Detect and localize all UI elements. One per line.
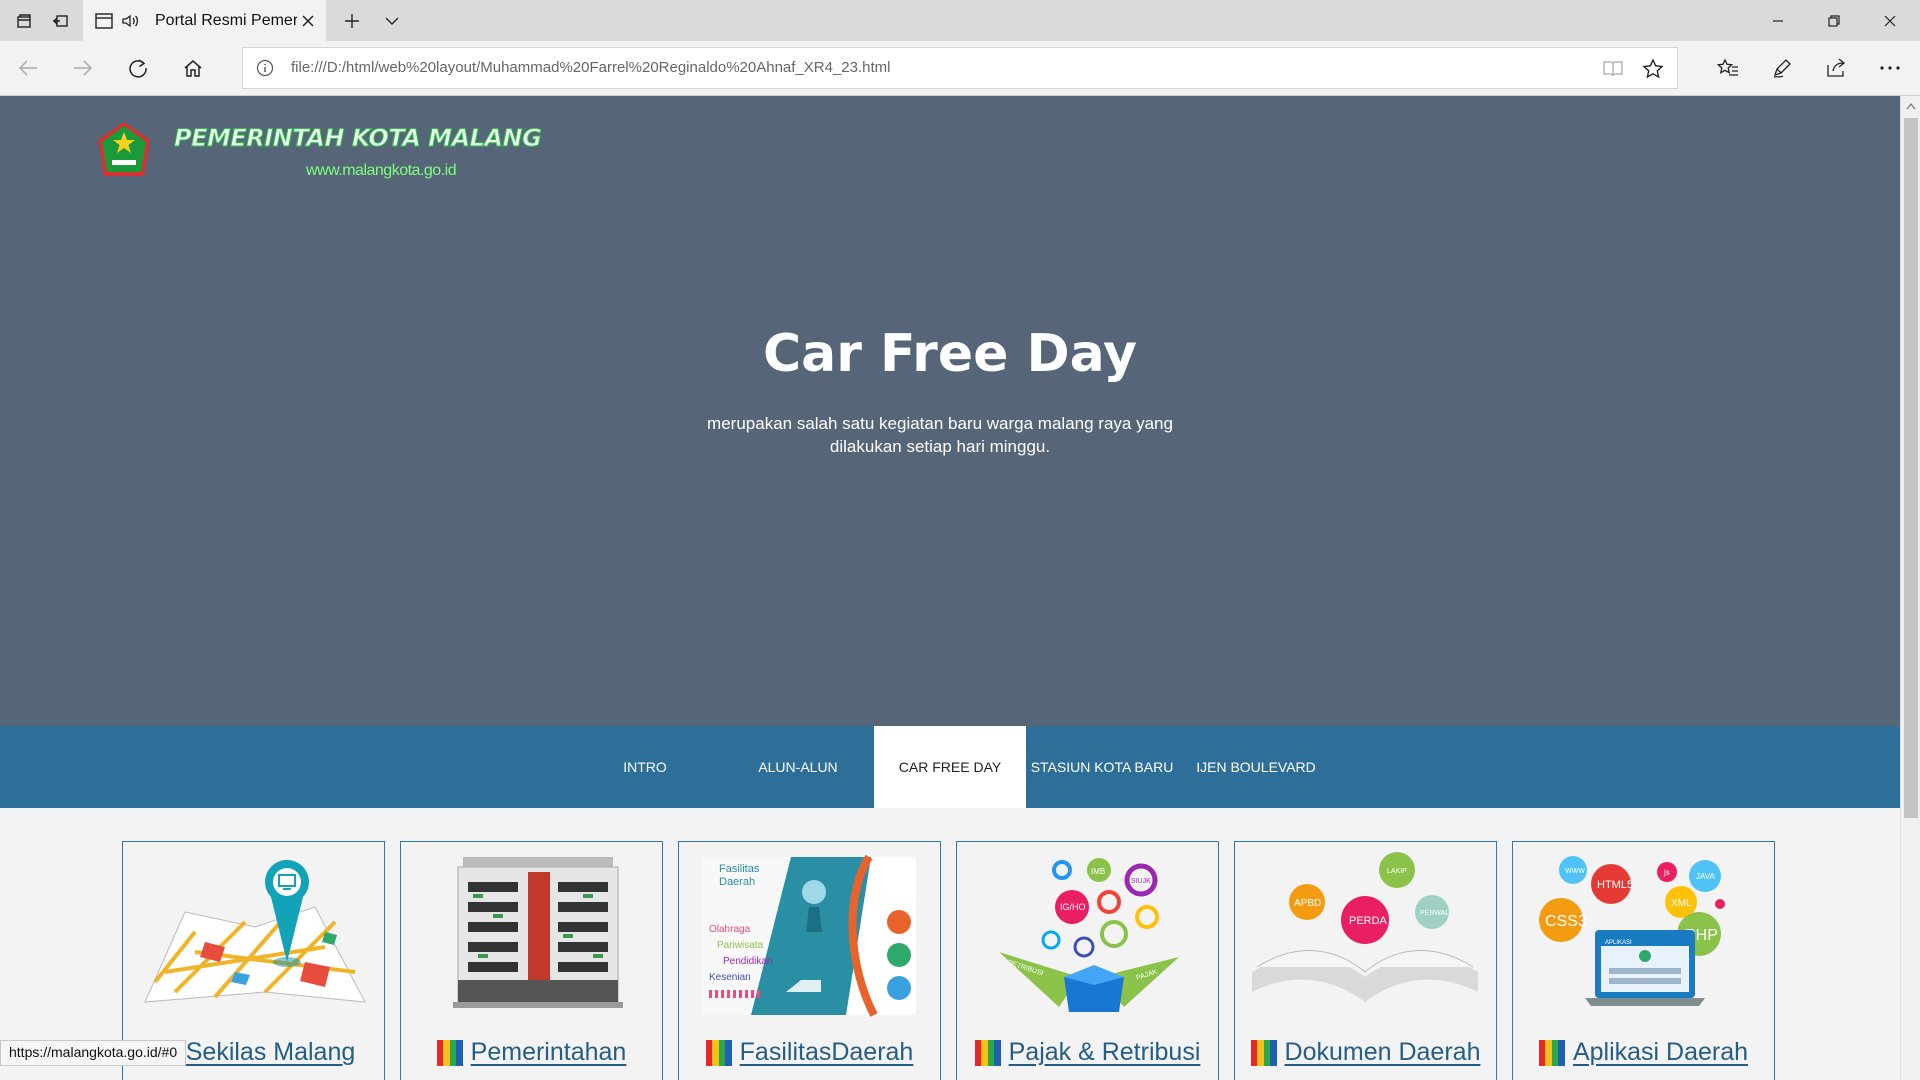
- card-link-text[interactable]: Dokumen Daerah: [1285, 1038, 1481, 1067]
- svg-text:XML: XML: [1671, 898, 1692, 909]
- svg-text:APBD: APBD: [1294, 898, 1321, 909]
- home-icon[interactable]: [171, 48, 215, 88]
- url-text[interactable]: file:///D:/html/web%20layout/Muhammad%20…: [291, 59, 891, 76]
- svg-text:SIUJK: SIUJK: [1131, 878, 1151, 885]
- favorites-list-icon[interactable]: [1706, 48, 1750, 88]
- window-close-icon[interactable]: [1862, 0, 1918, 41]
- hero-section: PEMERINTAH KOTA MALANG www.malangkota.go…: [0, 96, 1900, 726]
- card-link-text[interactable]: FasilitasDaerah: [740, 1038, 914, 1067]
- chevron-down-icon[interactable]: [368, 0, 416, 41]
- hero-title: Car Free Day: [762, 324, 1138, 384]
- browser-tab[interactable]: Portal Resmi Pemer: [83, 0, 326, 41]
- card-link-text[interactable]: Sekilas Malang: [186, 1038, 356, 1067]
- card-aplikasi-daerah[interactable]: WWW HTML5 js JAVA CSS3 XML PHP APLIKASI …: [1512, 841, 1775, 1080]
- status-link-preview: https://malangkota.go.id/#0: [0, 1040, 187, 1066]
- card-dokumen-daerah[interactable]: LAKIP APBD PERDA PERWAL Dokumen Daerah: [1234, 841, 1497, 1080]
- map-pin-image: [144, 859, 366, 1003]
- share-icon[interactable]: [1814, 48, 1858, 88]
- page-icon: [91, 12, 117, 30]
- audio-icon[interactable]: [117, 12, 143, 30]
- card-label: Aplikasi Daerah: [1513, 1038, 1774, 1067]
- svg-text:js: js: [1663, 868, 1670, 877]
- svg-text:Olahraga: Olahraga: [709, 924, 751, 935]
- forward-icon[interactable]: [61, 48, 105, 88]
- card-label: FasilitasDaerah: [679, 1038, 940, 1067]
- menu-item-car-free-day[interactable]: CAR FREE DAY: [874, 726, 1026, 808]
- tab-title: Portal Resmi Pemer: [155, 11, 297, 29]
- menu-item-intro[interactable]: INTRO: [600, 726, 690, 808]
- card-link-text[interactable]: Pemerintahan: [471, 1038, 627, 1067]
- card-label: Dokumen Daerah: [1235, 1038, 1496, 1067]
- menu-item-alun-alun[interactable]: ALUN-ALUN: [738, 726, 858, 808]
- logo-title: PEMERINTAH KOTA MALANG: [173, 124, 542, 153]
- card-label: Pemerintahan: [401, 1038, 662, 1067]
- svg-text:PERDA: PERDA: [1349, 915, 1388, 927]
- refresh-icon[interactable]: [116, 48, 160, 88]
- page-viewport: PEMERINTAH KOTA MALANG www.malangkota.go…: [0, 96, 1900, 1080]
- back-icon[interactable]: [6, 48, 50, 88]
- svg-text:Kesenian: Kesenian: [709, 972, 751, 983]
- svg-text:JAVA: JAVA: [1696, 872, 1715, 881]
- address-bar[interactable]: file:///D:/html/web%20layout/Muhammad%20…: [242, 47, 1678, 89]
- hero-description: merupakan salah satu kegiatan baru warga…: [707, 414, 1173, 456]
- browser-tab-bar: Portal Resmi Pemer: [0, 0, 1920, 41]
- restore-icon[interactable]: [1806, 0, 1862, 41]
- scroll-up-icon[interactable]: [1901, 96, 1920, 116]
- svg-text:HTML5: HTML5: [1597, 879, 1633, 891]
- page-scrollbar[interactable]: [1900, 96, 1920, 1080]
- svg-text:PERWAL: PERWAL: [1420, 910, 1449, 917]
- flag-icon: [1538, 1039, 1565, 1066]
- scrollbar-thumb[interactable]: [1904, 118, 1918, 818]
- flag-icon: [974, 1039, 1001, 1066]
- card-link-text[interactable]: Pajak & Retribusi: [1009, 1038, 1201, 1067]
- logo-url: www.malangkota.go.id: [306, 162, 457, 179]
- card-label: Pajak & Retribusi: [957, 1038, 1218, 1067]
- svg-text:Pendidikan: Pendidikan: [723, 956, 772, 967]
- flag-icon: [705, 1039, 732, 1066]
- svg-text:IMB: IMB: [1091, 867, 1105, 876]
- tax-image: IMB SIUJK IG/HO RETRIBUSI PAJAK: [999, 858, 1179, 1012]
- more-icon[interactable]: [1868, 48, 1912, 88]
- section-menu: INTRO ALUN-ALUN CAR FREE DAY STASIUN KOT…: [0, 726, 1900, 808]
- svg-text:Daerah: Daerah: [719, 876, 755, 888]
- menu-item-ijen-boulevard[interactable]: IJEN BOULEVARD: [1188, 726, 1324, 808]
- svg-text:WWW: WWW: [1565, 868, 1585, 875]
- card-pemerintahan[interactable]: Pemerintahan: [400, 841, 663, 1080]
- site-logo[interactable]: PEMERINTAH KOTA MALANG www.malangkota.go…: [96, 120, 542, 190]
- flag-icon: [436, 1039, 463, 1066]
- card-pajak-retribusi[interactable]: IMB SIUJK IG/HO RETRIBUSI PAJAK Pajak & …: [956, 841, 1219, 1080]
- svg-text:CSS3: CSS3: [1545, 913, 1587, 930]
- applications-image: WWW HTML5 js JAVA CSS3 XML PHP APLIKASI: [1539, 856, 1725, 1006]
- menu-item-stasiun-kota-baru[interactable]: STASIUN KOTA BARU: [1030, 726, 1174, 808]
- svg-text:Fasilitas: Fasilitas: [719, 863, 760, 875]
- service-cards: Sekilas Malang Pemerintahan Fasilitas Da…: [0, 841, 1900, 1080]
- minimize-icon[interactable]: [1750, 0, 1806, 41]
- close-icon[interactable]: [296, 9, 320, 33]
- favorite-star-icon[interactable]: [1639, 56, 1667, 82]
- card-link-text[interactable]: Aplikasi Daerah: [1573, 1038, 1748, 1067]
- svg-text:IG/HO: IG/HO: [1060, 902, 1086, 912]
- city-emblem-icon: [98, 122, 150, 176]
- card-fasilitas-daerah[interactable]: Fasilitas Daerah Olahraga Pariwisata Pen…: [678, 841, 941, 1080]
- browser-nav-bar: file:///D:/html/web%20layout/Muhammad%20…: [0, 41, 1920, 96]
- facilities-image: Fasilitas Daerah Olahraga Pariwisata Pen…: [701, 854, 916, 1017]
- government-building-image: [453, 857, 623, 1008]
- info-icon[interactable]: [255, 58, 275, 78]
- set-aside-tabs-icon[interactable]: [36, 0, 84, 41]
- svg-text:APLIKASI: APLIKASI: [1605, 940, 1632, 946]
- svg-text:Pariwisata: Pariwisata: [717, 940, 764, 951]
- svg-text:LAKIP: LAKIP: [1387, 868, 1407, 875]
- reading-view-icon[interactable]: [1599, 56, 1627, 82]
- documents-image: LAKIP APBD PERDA PERWAL: [1252, 852, 1478, 1002]
- pen-icon[interactable]: [1760, 48, 1804, 88]
- flag-icon: [1250, 1039, 1277, 1066]
